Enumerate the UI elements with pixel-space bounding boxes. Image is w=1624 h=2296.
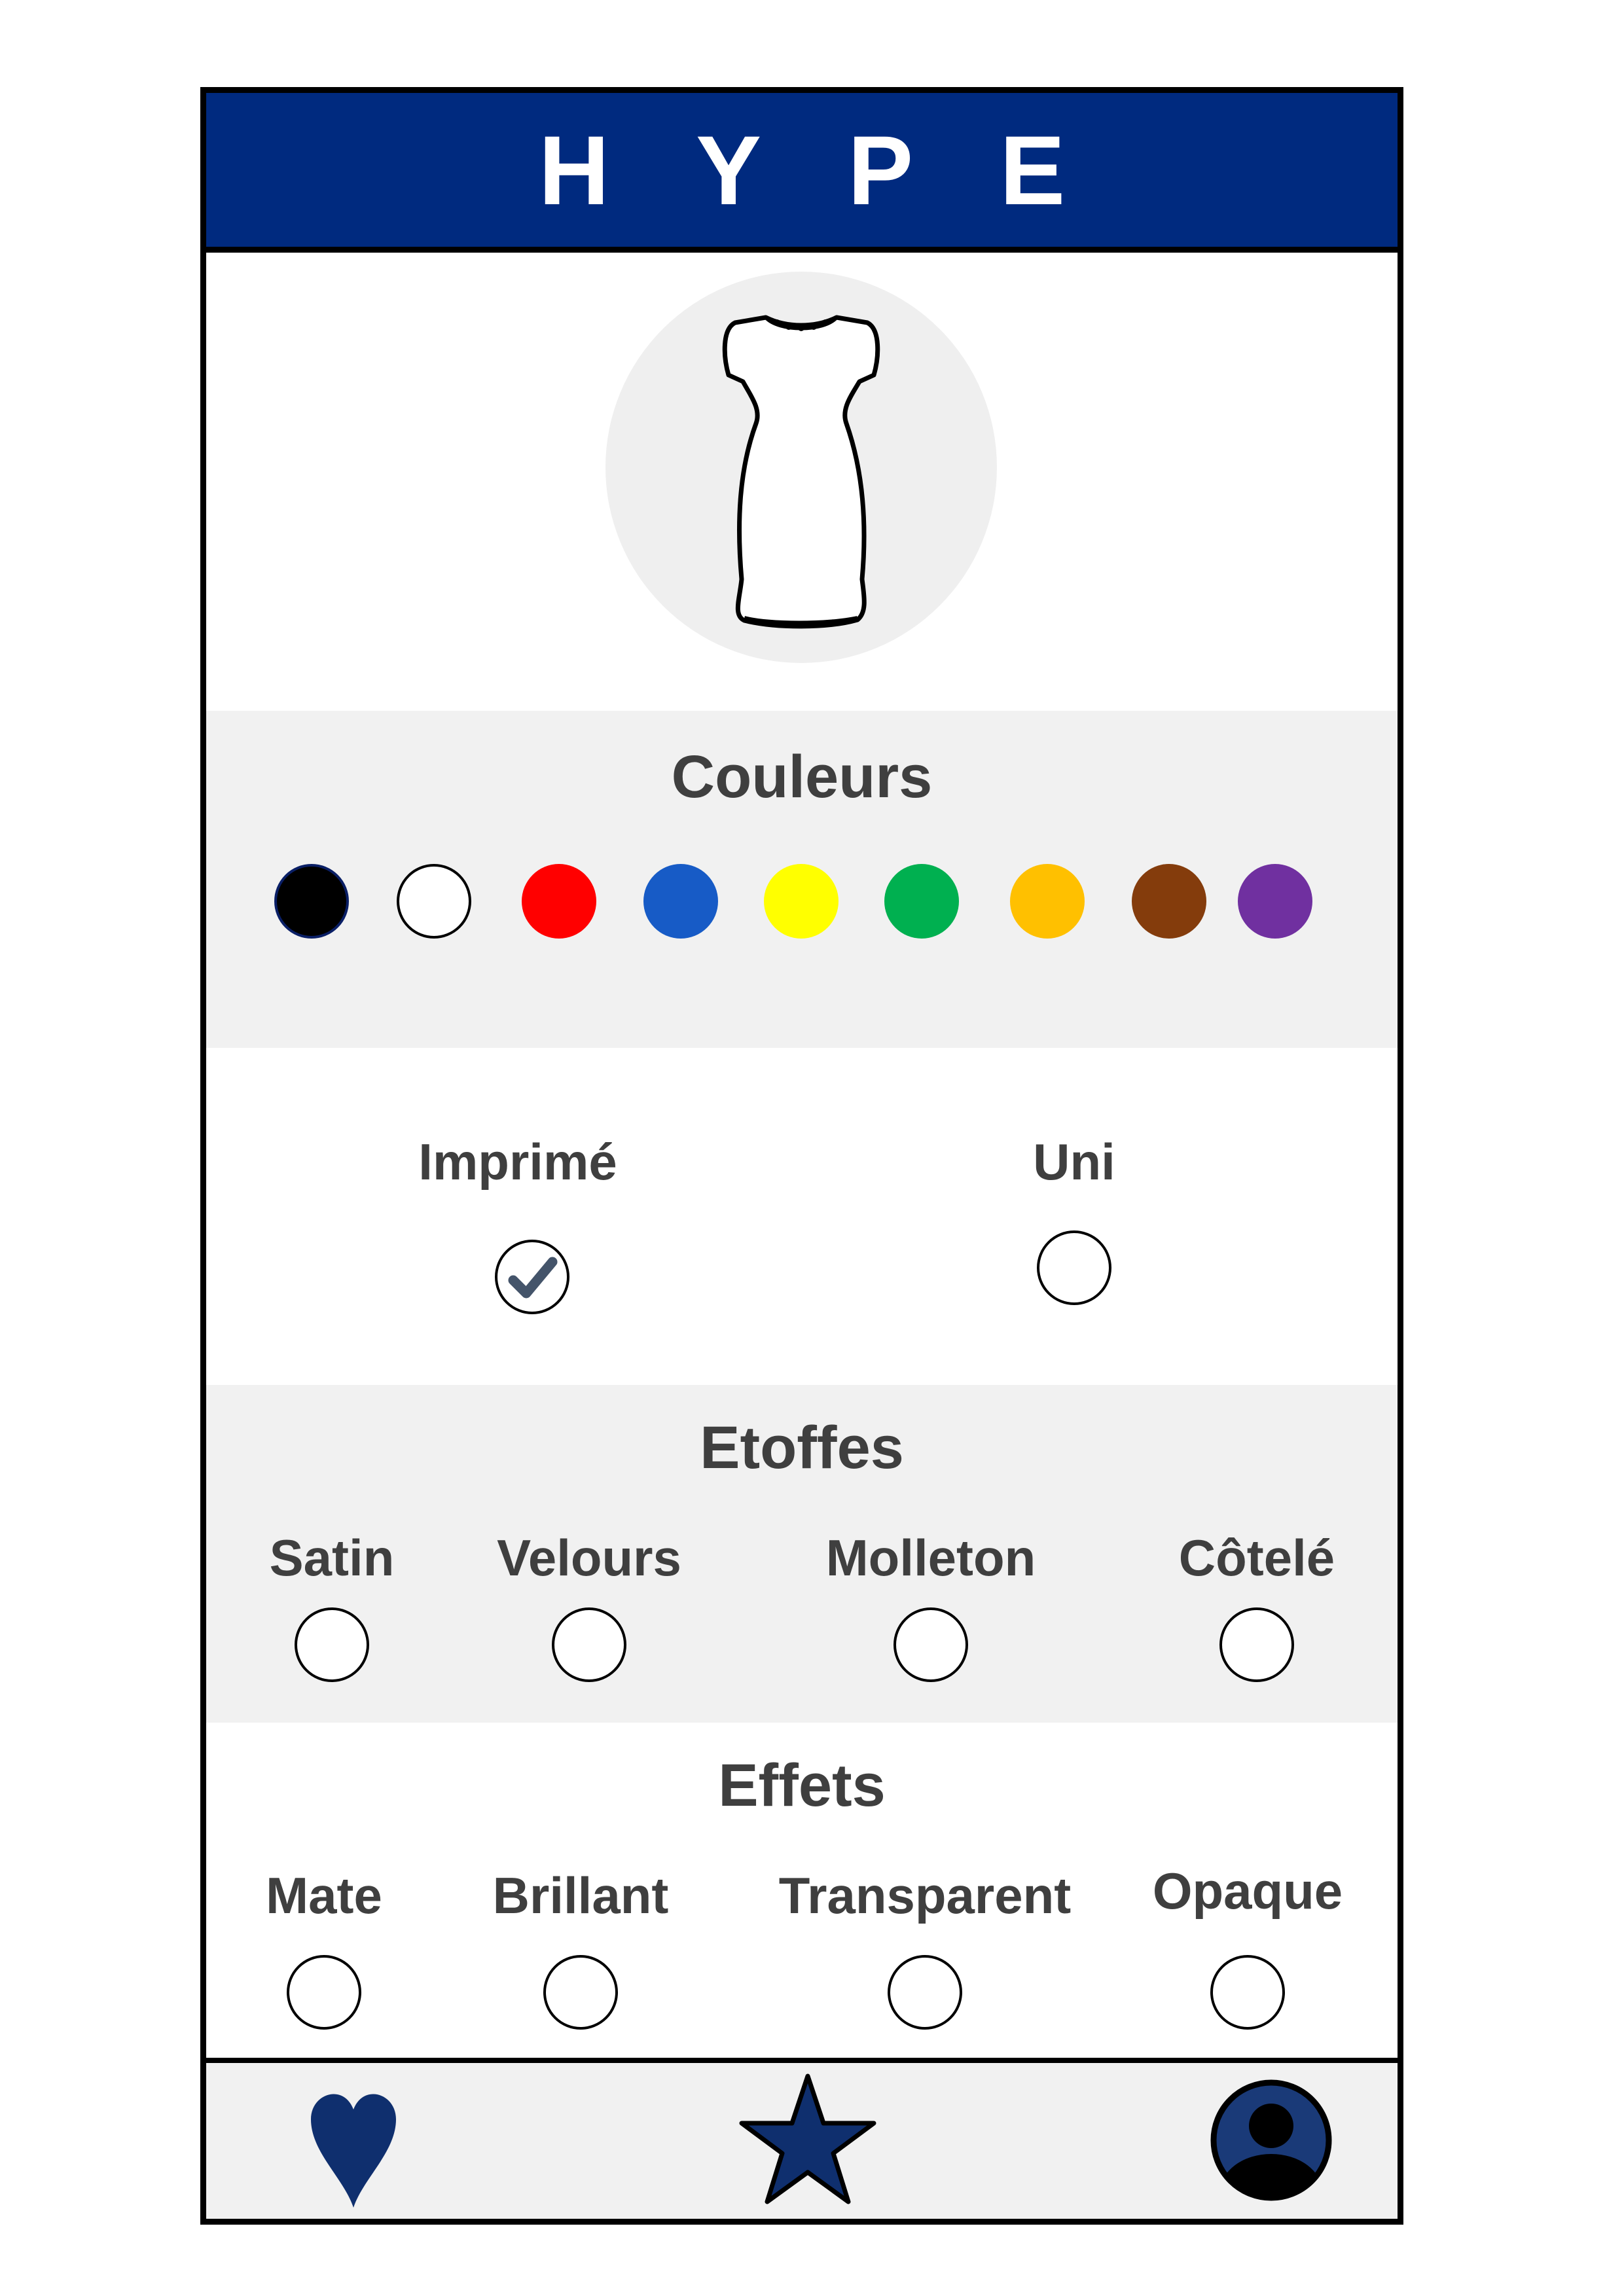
effects-title: Effets <box>718 1752 886 1819</box>
option-label-printed: Imprimé <box>418 1133 617 1191</box>
colors-section: Couleurs <box>206 711 1398 1048</box>
fabrics-title: Etoffes <box>700 1414 904 1481</box>
matte-radio[interactable] <box>287 1955 361 2030</box>
corduroy-radio[interactable] <box>1219 1607 1294 1682</box>
color-swatch-yellow[interactable] <box>764 864 839 939</box>
velvet-radio[interactable] <box>552 1607 626 1682</box>
starred-button[interactable] <box>738 2072 878 2206</box>
bottom-nav <box>206 2058 1398 2219</box>
color-swatch-purple[interactable] <box>1238 864 1312 939</box>
color-swatch-white[interactable] <box>397 864 471 939</box>
app-frame: HYPE Couleurs Imprimé Uni Etoffes Satin … <box>200 87 1403 2225</box>
app-header: HYPE <box>206 93 1398 253</box>
plain-radio[interactable] <box>1037 1230 1111 1305</box>
option-label-satin: Satin <box>269 1529 395 1587</box>
color-swatch-green[interactable] <box>884 864 959 939</box>
option-label-velvet: Velours <box>497 1529 681 1587</box>
colors-title: Couleurs <box>671 744 933 810</box>
garment-preview <box>206 253 1398 711</box>
opaque-radio[interactable] <box>1210 1955 1285 2030</box>
option-label-plain: Uni <box>1033 1133 1115 1191</box>
color-swatch-black[interactable] <box>274 864 349 939</box>
favorites-button[interactable] <box>304 2080 403 2211</box>
glossy-radio[interactable] <box>543 1955 618 2030</box>
brand-logo: HYPE <box>538 115 1152 225</box>
star-icon <box>739 2073 876 2204</box>
option-label-glossy: Brillant <box>492 1867 669 1924</box>
option-label-corduroy: Côtelé <box>1178 1529 1335 1587</box>
fleece-radio[interactable] <box>893 1607 968 1682</box>
garment-thumbnail <box>605 272 997 663</box>
option-label-opaque: Opaque <box>1152 1862 1343 1920</box>
color-swatch-red[interactable] <box>522 864 596 939</box>
fabrics-section: Etoffes Satin Velours Molleton Côtelé <box>206 1385 1398 1723</box>
profile-icon <box>1210 2079 1332 2201</box>
profile-button[interactable] <box>1208 2077 1334 2203</box>
transparent-radio[interactable] <box>888 1955 962 2030</box>
option-label-fleece: Molleton <box>825 1529 1036 1587</box>
color-swatch-orange[interactable] <box>1010 864 1085 939</box>
option-label-transparent: Transparent <box>778 1867 1072 1924</box>
effects-section: Effets Mate Brillant Transparent Opaque <box>206 1723 1398 2070</box>
pattern-section: Imprimé Uni <box>206 1048 1398 1385</box>
checkmark-icon <box>508 1257 558 1299</box>
satin-radio[interactable] <box>295 1607 369 1682</box>
color-swatch-brown[interactable] <box>1132 864 1206 939</box>
dress-icon <box>722 315 880 629</box>
heart-icon <box>311 2094 396 2208</box>
color-swatch-blue[interactable] <box>643 864 718 939</box>
option-label-matte: Mate <box>266 1867 382 1924</box>
printed-checkbox[interactable] <box>495 1240 569 1314</box>
